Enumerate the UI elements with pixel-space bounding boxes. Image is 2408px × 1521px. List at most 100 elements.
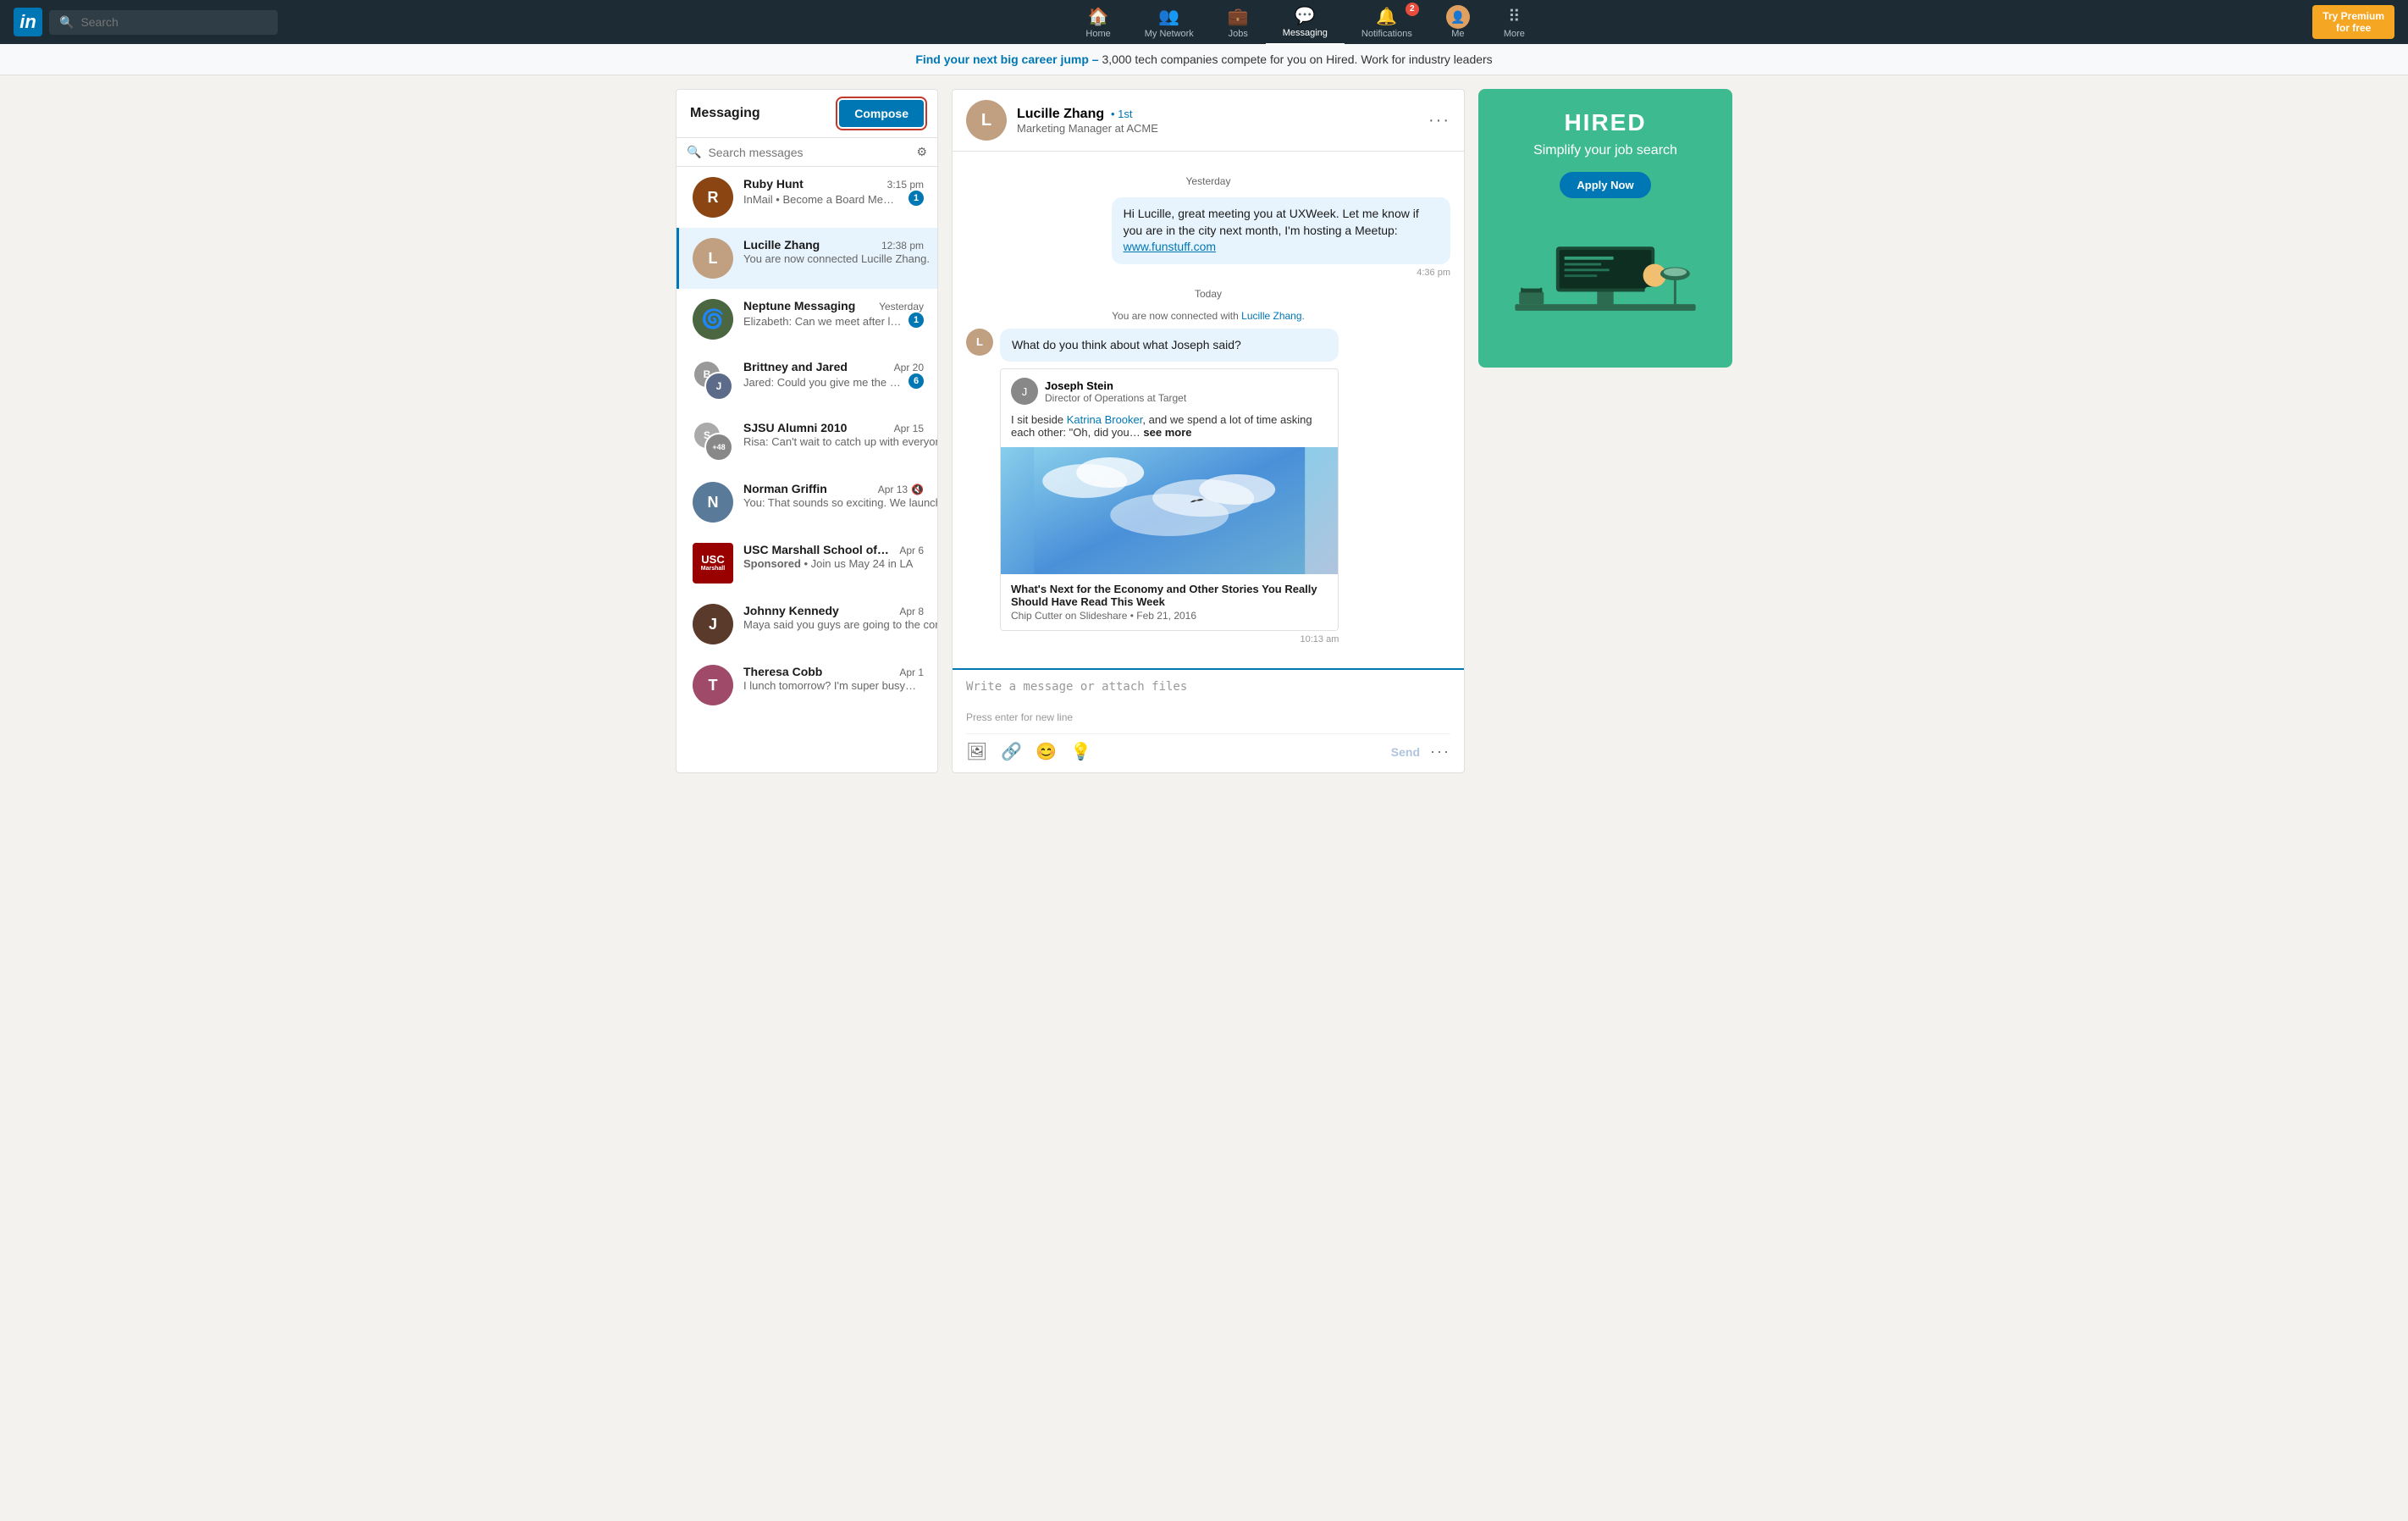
conv-header: Ruby Hunt 3:15 pm	[743, 177, 924, 191]
chat-more-button[interactable]: ···	[1428, 111, 1450, 130]
conversation-item[interactable]: T Theresa Cobb Apr 1 I lunch tomorrow? I…	[677, 655, 937, 716]
shared-post: J Joseph Stein Director of Operations at…	[1000, 368, 1339, 631]
conversation-item[interactable]: 🌀 Neptune Messaging Yesterday Elizabeth:…	[677, 289, 937, 350]
conv-content: Johnny Kennedy Apr 8 Maya said you guys …	[743, 604, 924, 644]
notifications-icon: 🔔	[1376, 6, 1397, 27]
nav-right: Try Premium for free	[2312, 5, 2394, 40]
nav-notifications-label: Notifications	[1361, 29, 1412, 39]
avatar: N	[693, 482, 733, 523]
search-icon: 🔍	[59, 15, 74, 30]
sidebar-header: Messaging Compose	[677, 90, 937, 138]
shared-post-info: Joseph Stein Director of Operations at T…	[1045, 379, 1186, 404]
avatar: J	[704, 372, 733, 401]
sender-avatar-small: L	[966, 329, 993, 356]
conv-time: Yesterday	[879, 301, 924, 312]
nav-home[interactable]: 🏠 Home	[1069, 1, 1127, 44]
promo-banner: Find your next big career jump – 3,000 t…	[0, 44, 2408, 75]
muted-icon: 🔇	[911, 484, 924, 495]
conv-name: SJSU Alumni 2010	[743, 421, 847, 434]
nav-notifications[interactable]: 🔔 2 Notifications	[1345, 1, 1429, 44]
jobs-icon: 💼	[1228, 6, 1249, 27]
network-icon: 👥	[1158, 6, 1179, 27]
conversation-item[interactable]: B J Brittney and Jared Apr 20 Jared: Cou…	[677, 350, 937, 411]
nav-network-label: My Network	[1145, 29, 1194, 39]
post-image-svg	[1001, 447, 1338, 574]
idea-icon[interactable]: 💡	[1070, 741, 1091, 762]
emoji-icon[interactable]: 😊	[1036, 741, 1057, 762]
message-more-button[interactable]: ···	[1430, 743, 1450, 760]
conv-preview: Maya said you guys are going to the conf…	[743, 618, 937, 631]
conv-header: Johnny Kennedy Apr 8	[743, 604, 924, 617]
nav-messaging-label: Messaging	[1283, 28, 1328, 38]
see-more-button[interactable]: see more	[1143, 426, 1191, 439]
main-content: Messaging Compose 🔍 ⚙ R Ruby Hunt 3:15 p…	[662, 89, 1746, 773]
conv-time: Apr 8	[899, 606, 924, 617]
nav-items: 🏠 Home 👥 My Network 💼 Jobs 💬 Messaging 🔔…	[298, 0, 2312, 45]
conv-content: Brittney and Jared Apr 20 Jared: Could y…	[743, 360, 924, 401]
home-icon: 🏠	[1088, 6, 1109, 27]
shared-post-title: Director of Operations at Target	[1045, 392, 1186, 404]
conv-header: Neptune Messaging Yesterday	[743, 299, 924, 312]
conv-name: Norman Griffin	[743, 482, 827, 495]
connection-name-link[interactable]: Lucille Zhang	[1241, 310, 1301, 322]
nav-jobs[interactable]: 💼 Jobs	[1211, 1, 1266, 44]
conv-time: 12:38 pm	[881, 240, 924, 252]
conversation-item[interactable]: R Ruby Hunt 3:15 pm InMail • Become a Bo…	[677, 167, 937, 228]
chat-contact-name: Lucille Zhang • 1st	[1017, 107, 1428, 122]
image-attach-icon[interactable]: 🖼	[966, 741, 987, 762]
conv-content: USC Marshall School of… Apr 6 Sponsored …	[743, 543, 924, 584]
filter-icon[interactable]: ⚙	[916, 145, 927, 159]
compose-button[interactable]: Compose	[839, 100, 924, 127]
conversation-item[interactable]: USC Marshall USC Marshall School of… Apr…	[677, 533, 937, 594]
avatar: R	[693, 177, 733, 218]
premium-button[interactable]: Try Premium for free	[2312, 5, 2394, 40]
link-icon[interactable]: 🔗	[1001, 741, 1022, 762]
messaging-icon: 💬	[1295, 5, 1316, 26]
conv-time: Apr 1	[899, 666, 924, 678]
conv-content: SJSU Alumni 2010 Apr 15 Risa: Can't wait…	[743, 421, 924, 462]
nav-me[interactable]: 👤 Me	[1429, 0, 1487, 44]
conv-content: Theresa Cobb Apr 1 I lunch tomorrow? I'm…	[743, 665, 924, 705]
conv-header: USC Marshall School of… Apr 6	[743, 543, 924, 556]
message-time: 10:13 am	[1000, 634, 1339, 644]
message-search-bar[interactable]: 🔍 ⚙	[677, 138, 937, 167]
search-bar[interactable]: 🔍	[49, 10, 278, 35]
conv-preview: InMail • Become a Board Member for XYZ S…	[743, 193, 902, 206]
conversation-item[interactable]: N Norman Griffin Apr 13 🔇 You: That soun…	[677, 472, 937, 533]
conv-name: USC Marshall School of…	[743, 543, 889, 556]
mentioned-person-link[interactable]: Katrina Brooker	[1067, 413, 1143, 426]
nav-messaging[interactable]: 💬 Messaging	[1266, 0, 1345, 45]
avatar: 🌀	[693, 299, 733, 340]
message-search-input[interactable]	[708, 146, 916, 159]
conv-time: Apr 20	[894, 362, 924, 373]
message-bubble: What do you think about what Joseph said…	[1000, 329, 1339, 645]
conv-preview: You: That sounds so exciting. We launche…	[743, 496, 937, 509]
send-button[interactable]: Send	[1391, 745, 1420, 759]
conversation-item[interactable]: S +48 SJSU Alumni 2010 Apr 15 Risa: Can'…	[677, 411, 937, 472]
grid-icon: ⠿	[1508, 6, 1521, 27]
nav-network[interactable]: 👥 My Network	[1128, 1, 1211, 44]
bubble-text: What do you think about what Joseph said…	[1000, 329, 1339, 362]
conv-preview: Sponsored • Join us May 24 in LA	[743, 557, 913, 570]
conversation-item[interactable]: J Johnny Kennedy Apr 8 Maya said you guy…	[677, 594, 937, 655]
chat-contact-title: Marketing Manager at ACME	[1017, 122, 1428, 135]
chat-contact-avatar: L	[966, 100, 1007, 141]
message-link[interactable]: www.funstuff.com	[1124, 240, 1216, 253]
avatar: L	[693, 238, 733, 279]
unread-badge: 1	[909, 312, 924, 328]
message-input[interactable]	[966, 680, 1450, 707]
conversation-item[interactable]: L Lucille Zhang 12:38 pm You are now con…	[677, 228, 937, 289]
ad-title: HIRED	[1499, 109, 1712, 136]
banner-link[interactable]: Find your next big career jump –	[915, 53, 1098, 66]
linkedin-logo[interactable]: in	[14, 8, 42, 36]
bubble-text: Hi Lucille, great meeting you at UXWeek.…	[1112, 197, 1450, 264]
conv-name: Theresa Cobb	[743, 665, 822, 678]
nav-home-label: Home	[1085, 29, 1110, 39]
ad-apply-button[interactable]: Apply Now	[1560, 172, 1650, 198]
chat-toolbar: 🖼 🔗 😊 💡 Send ···	[966, 733, 1450, 762]
conv-name: Lucille Zhang	[743, 238, 820, 252]
search-input[interactable]	[80, 15, 268, 29]
avatar-group: S +48	[693, 421, 733, 462]
nav-more[interactable]: ⠿ More	[1487, 1, 1542, 44]
date-divider-today: Today	[966, 288, 1450, 300]
